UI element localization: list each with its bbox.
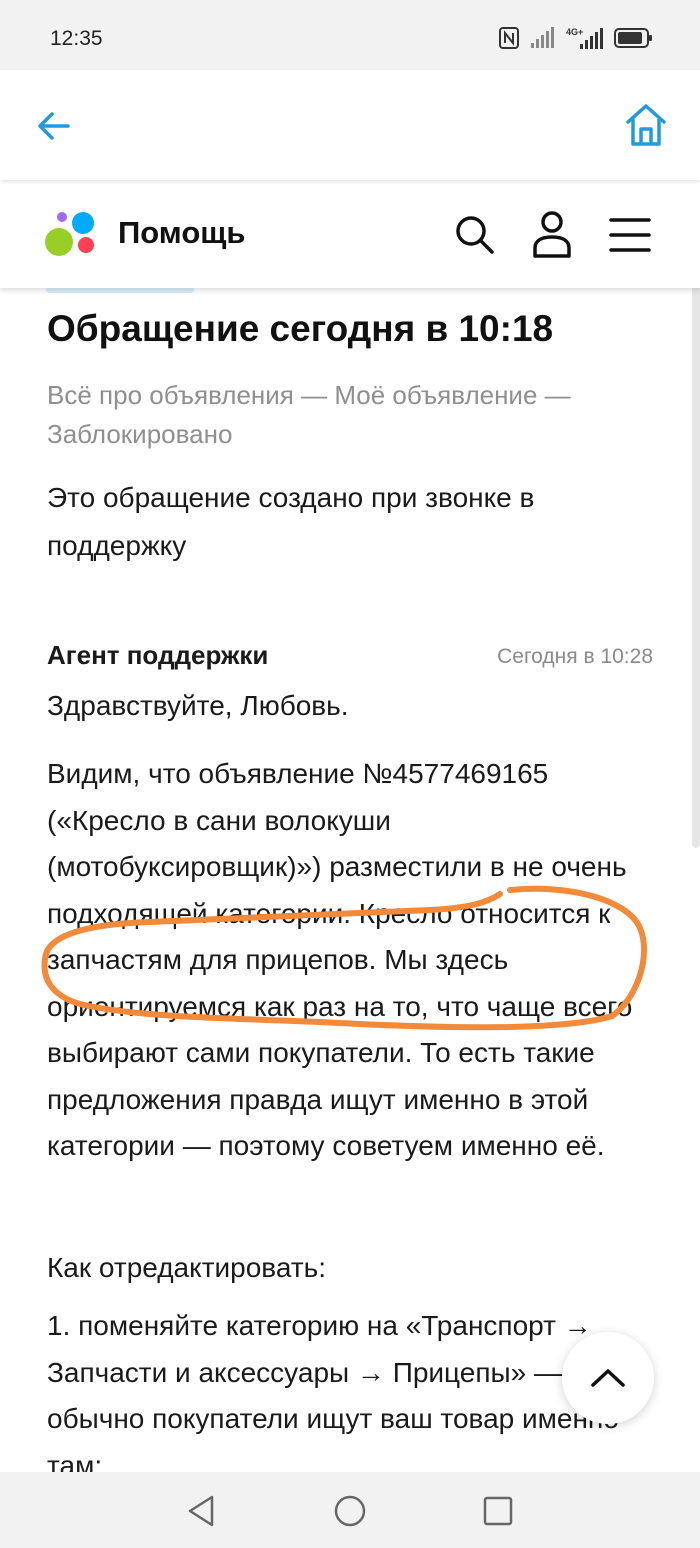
nav-back-icon (188, 1495, 214, 1527)
browser-bar (0, 70, 700, 180)
search-button[interactable] (454, 214, 496, 256)
home-button[interactable] (624, 102, 668, 148)
nav-home-button[interactable] (333, 1494, 367, 1533)
nav-recent-button[interactable] (483, 1496, 513, 1531)
message-greeting: Здравствуйте, Любовь. (47, 690, 349, 721)
arrow-left-icon (38, 112, 70, 140)
back-button[interactable] (34, 106, 74, 146)
signal-icon (531, 27, 554, 48)
site-header: Помощь (0, 182, 700, 288)
header-title[interactable]: Помощь (118, 215, 245, 251)
nfc-icon (499, 27, 519, 49)
appeal-content: Обращение сегодня в 10:18 Всё про объявл… (0, 288, 700, 1472)
appeal-note: Это обращение создано при звонке в подде… (47, 482, 535, 561)
home-icon (626, 104, 666, 146)
scroll-to-top-button[interactable] (562, 1332, 654, 1424)
breadcrumb: Всё про объявления — Моё объявление — За… (47, 380, 571, 449)
status-bar: 12:35 4G+ (0, 0, 700, 70)
message-how-to: Как отредактировать: (47, 1252, 327, 1283)
nav-home-icon (334, 1495, 366, 1527)
signal-4g-icon: 4G+ (566, 27, 603, 49)
tab-indicator (46, 288, 194, 293)
chevron-up-icon (591, 1369, 625, 1387)
status-time: 12:35 (50, 27, 103, 50)
battery-icon (614, 28, 652, 48)
message-body: Видим, что объявление №4577469165 («Крес… (47, 758, 633, 1161)
status-icons: 4G+ (498, 26, 654, 50)
system-nav-bar (0, 1472, 700, 1548)
menu-button[interactable] (608, 216, 652, 254)
logo[interactable] (44, 210, 98, 258)
message-time: Сегодня в 10:28 (497, 645, 653, 668)
message-author: Агент поддержки (47, 640, 269, 670)
svg-text:4G+: 4G+ (566, 27, 583, 37)
nav-recent-icon (483, 1496, 513, 1526)
avito-logo-icon (45, 212, 94, 256)
user-icon (533, 211, 571, 258)
page-title: Обращение сегодня в 10:18 (47, 308, 554, 349)
menu-icon (609, 218, 651, 252)
search-icon (456, 216, 494, 254)
profile-button[interactable] (532, 210, 572, 260)
nav-back-button[interactable] (186, 1494, 216, 1533)
